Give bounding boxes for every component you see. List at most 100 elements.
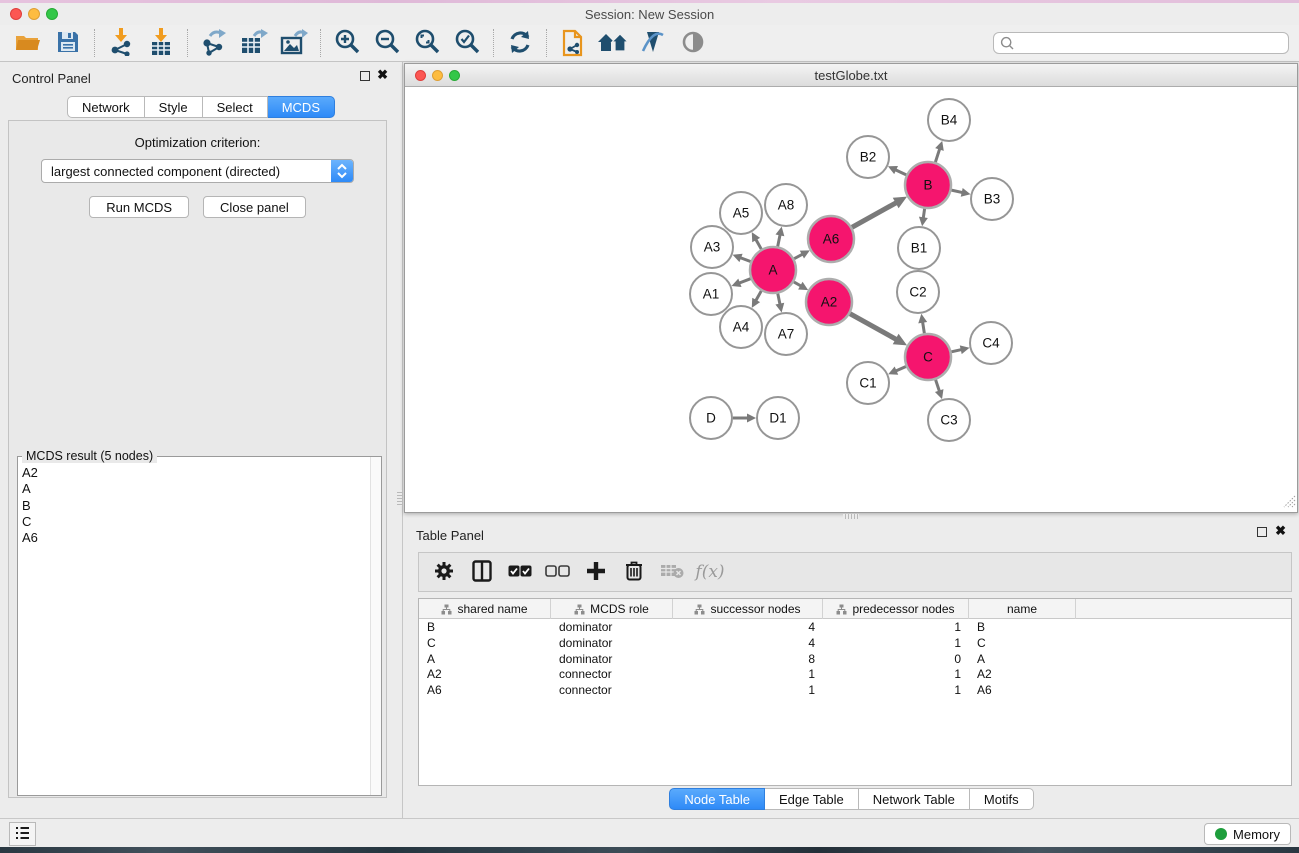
delete-table-button[interactable]: [655, 556, 689, 588]
tab-select[interactable]: Select: [203, 96, 268, 118]
column-header-successor-nodes[interactable]: successor nodes: [673, 599, 823, 619]
table-cell[interactable]: B: [969, 619, 1076, 635]
mcds-result-list[interactable]: A2ABCA6: [22, 465, 369, 793]
save-session-button[interactable]: [48, 27, 88, 59]
arrowhead-C-C4: [960, 345, 970, 354]
memory-button[interactable]: Memory: [1204, 823, 1291, 845]
hide-labels-button[interactable]: [633, 27, 673, 59]
import-table-button[interactable]: [141, 27, 181, 59]
export-image-button[interactable]: [274, 27, 314, 59]
edge-A6-B[interactable]: [852, 202, 897, 227]
table-row[interactable]: Adominator80A: [419, 651, 1291, 667]
import-network-button[interactable]: [101, 27, 141, 59]
column-header-shared-name[interactable]: shared name: [419, 599, 551, 619]
zoom-in-button[interactable]: [327, 27, 367, 59]
edge-A2-C[interactable]: [850, 314, 897, 340]
table-settings-button[interactable]: [427, 556, 461, 588]
export-network-button[interactable]: [194, 27, 234, 59]
result-item[interactable]: C: [22, 514, 369, 530]
table-cell[interactable]: 4: [673, 635, 823, 651]
table-cell[interactable]: A2: [969, 666, 1076, 682]
table-cell[interactable]: dominator: [551, 635, 673, 651]
close-table-panel-icon[interactable]: ✖: [1275, 524, 1286, 538]
run-mcds-button[interactable]: Run MCDS: [89, 196, 189, 218]
network-snapshot-button[interactable]: [553, 27, 593, 59]
result-item[interactable]: B: [22, 498, 369, 514]
table-cell[interactable]: connector: [551, 666, 673, 682]
unselect-all-columns-button[interactable]: [541, 556, 575, 588]
table-cell[interactable]: dominator: [551, 651, 673, 667]
tab-network-table[interactable]: Network Table: [859, 788, 970, 810]
create-column-button[interactable]: [579, 556, 613, 588]
float-table-panel-icon[interactable]: [1257, 527, 1267, 537]
table-cell[interactable]: A6: [419, 682, 551, 698]
vertical-splitter-handle[interactable]: [397, 490, 402, 506]
show-column-button[interactable]: [465, 556, 499, 588]
tab-motifs[interactable]: Motifs: [970, 788, 1034, 810]
table-cell[interactable]: A6: [969, 682, 1076, 698]
table-cell[interactable]: 1: [823, 635, 969, 651]
table-cell[interactable]: 1: [823, 619, 969, 635]
tab-node-table[interactable]: Node Table: [669, 788, 765, 810]
table-cell[interactable]: A2: [419, 666, 551, 682]
network-window-titlebar[interactable]: testGlobe.txt: [405, 64, 1297, 87]
function-builder-button[interactable]: f(x): [693, 556, 727, 588]
zoom-selected-button[interactable]: [447, 27, 487, 59]
table-row[interactable]: Cdominator41C: [419, 635, 1291, 651]
delete-column-button[interactable]: [617, 556, 651, 588]
result-scrollbar[interactable]: [370, 457, 381, 795]
table-cell[interactable]: C: [419, 635, 551, 651]
close-panel-icon[interactable]: ✖: [377, 68, 388, 82]
horizontal-splitter-handle[interactable]: [843, 514, 859, 519]
show-panels-list-button[interactable]: [9, 822, 36, 846]
table-cell[interactable]: 0: [823, 651, 969, 667]
show-hide-panels-button[interactable]: [673, 27, 713, 59]
tab-mcds[interactable]: MCDS: [268, 96, 335, 118]
zoom-fit-button[interactable]: [407, 27, 447, 59]
table-cell[interactable]: A: [419, 651, 551, 667]
table-cell[interactable]: B: [419, 619, 551, 635]
table-cell[interactable]: 1: [673, 682, 823, 698]
open-session-button[interactable]: [8, 27, 48, 59]
float-panel-icon[interactable]: [360, 71, 370, 81]
edge-A-A1[interactable]: [738, 279, 751, 284]
close-panel-button[interactable]: Close panel: [203, 196, 306, 218]
table-cell[interactable]: 4: [673, 619, 823, 635]
apply-layout-button[interactable]: [500, 27, 540, 59]
tab-network[interactable]: Network: [67, 96, 145, 118]
result-item[interactable]: A: [22, 481, 369, 497]
unchecked-boxes-icon: [545, 565, 571, 580]
edge-C-C3[interactable]: [936, 380, 940, 393]
tab-style[interactable]: Style: [145, 96, 203, 118]
column-header-predecessor-nodes[interactable]: predecessor nodes: [823, 599, 969, 619]
column-header-MCDS-role[interactable]: MCDS role: [551, 599, 673, 619]
window-resize-grip[interactable]: [1283, 495, 1296, 511]
table-row[interactable]: Bdominator41B: [419, 619, 1291, 635]
table-cell[interactable]: connector: [551, 682, 673, 698]
table-cell[interactable]: 1: [823, 666, 969, 682]
zoom-out-button[interactable]: [367, 27, 407, 59]
network-canvas[interactable]: B4B2BB3A5A8A6A3AB1A1A2C2A4A7CC4C1C3DD1: [405, 88, 1297, 512]
result-item[interactable]: A2: [22, 465, 369, 481]
table-row[interactable]: A6connector11A6: [419, 682, 1291, 698]
edge-B-B4[interactable]: [935, 148, 940, 163]
table-cell[interactable]: C: [969, 635, 1076, 651]
select-all-columns-button[interactable]: [503, 556, 537, 588]
main-area: Control Panel ✖ NetworkStyleSelectMCDS O…: [0, 62, 1299, 818]
table-body: Bdominator41BCdominator41CAdominator80AA…: [419, 619, 1291, 698]
optimization-criterion-select[interactable]: largest connected component (directed): [41, 159, 354, 183]
tab-edge-table[interactable]: Edge Table: [765, 788, 859, 810]
search-input[interactable]: [993, 32, 1289, 54]
export-table-button[interactable]: [234, 27, 274, 59]
table-cell[interactable]: 1: [673, 666, 823, 682]
table-cell[interactable]: 1: [823, 682, 969, 698]
network-graph[interactable]: B4B2BB3A5A8A6A3AB1A1A2C2A4A7CC4C1C3DD1: [405, 88, 1297, 512]
table-cell[interactable]: A: [969, 651, 1076, 667]
table-row[interactable]: A2connector11A2: [419, 666, 1291, 682]
column-header-name[interactable]: name: [969, 599, 1076, 619]
result-item[interactable]: A6: [22, 530, 369, 546]
cybrowser-home-button[interactable]: [593, 27, 633, 59]
table-cell[interactable]: dominator: [551, 619, 673, 635]
node-label-D1: D1: [769, 411, 786, 426]
table-cell[interactable]: 8: [673, 651, 823, 667]
